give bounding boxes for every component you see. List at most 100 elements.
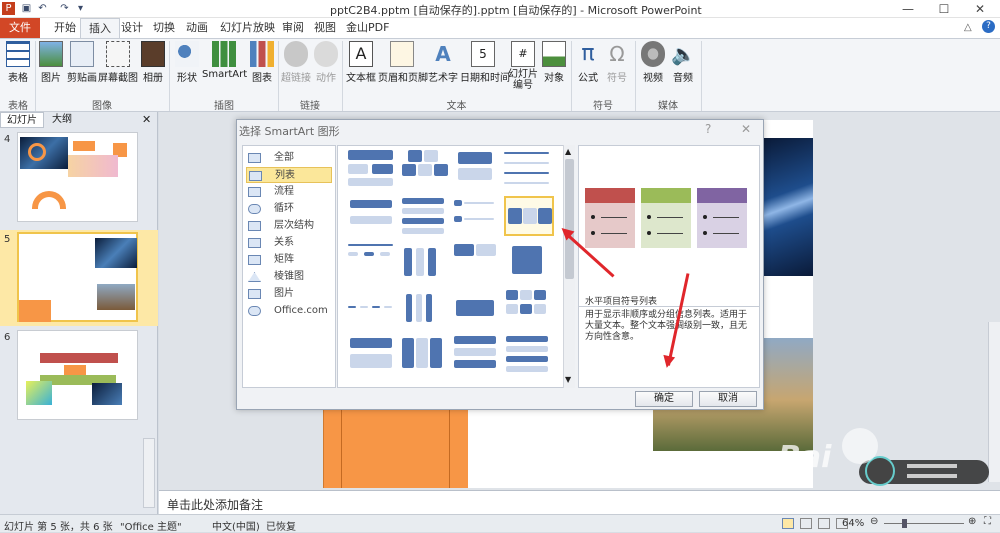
screenshot-button[interactable]: 屏幕截图 — [98, 39, 138, 95]
clipart-button[interactable]: 剪贴画 — [66, 39, 98, 95]
language-indicator[interactable]: 中文(中国) — [212, 518, 260, 533]
help-icon[interactable]: ? — [705, 122, 711, 136]
vertical-scrollbar[interactable] — [988, 322, 1000, 482]
textbox-button[interactable]: A 文本框 — [346, 39, 376, 95]
customize-toolbar-icon[interactable]: ▾ — [74, 2, 87, 15]
layout-shape — [350, 216, 392, 224]
zoom-slider[interactable] — [884, 523, 964, 524]
slide-number-button[interactable]: # 幻灯片编号 — [508, 39, 538, 95]
category-picture[interactable]: 图片 — [246, 286, 332, 302]
notes-pane[interactable]: 单击此处添加备注 — [159, 490, 1000, 514]
category-pyramid[interactable]: 棱锥图 — [246, 269, 332, 285]
layout-shape — [350, 200, 392, 208]
chart-button[interactable]: 图表 — [248, 39, 276, 95]
reading-view-icon[interactable] — [818, 518, 830, 529]
hyperlink-button[interactable]: 超链接 — [281, 39, 311, 95]
slide-thumbnail[interactable] — [17, 330, 138, 420]
tab-slideshow[interactable]: 幻灯片放映 — [212, 18, 283, 38]
smartart-button[interactable]: SmartArt — [202, 39, 247, 95]
scroll-up-icon[interactable]: ▲ — [565, 147, 571, 156]
audio-button[interactable]: 🔈 音频 — [669, 39, 697, 95]
category-hierarchy[interactable]: 层次结构 — [246, 218, 332, 234]
slide-thumbnail[interactable] — [17, 132, 138, 222]
shapes-button[interactable]: 形状 — [173, 39, 201, 95]
category-all[interactable]: 全部 — [246, 150, 332, 166]
tab-animations[interactable]: 动画 — [178, 18, 216, 38]
date-time-button[interactable]: 5 日期和时间 — [460, 39, 510, 95]
scroll-thumb[interactable] — [565, 159, 574, 279]
table-button[interactable]: 表格 — [2, 39, 34, 95]
layout-thumbnail[interactable] — [348, 196, 398, 236]
layout-thumbnail[interactable] — [452, 242, 502, 282]
picture-button[interactable]: 图片 — [37, 39, 65, 95]
close-icon[interactable]: ✕ — [962, 0, 998, 18]
layout-thumbnail[interactable] — [400, 334, 450, 374]
tab-outline[interactable]: 大纲 — [46, 112, 78, 128]
category-process[interactable]: 流程 — [246, 184, 332, 200]
layout-thumbnail[interactable] — [452, 288, 502, 328]
layout-thumbnail[interactable] — [400, 242, 450, 282]
zoom-slider-thumb[interactable] — [902, 519, 907, 528]
photo-album-button[interactable]: 相册 — [140, 39, 166, 95]
preview-column-header — [697, 188, 747, 203]
layout-thumbnail[interactable] — [400, 196, 450, 236]
close-icon[interactable]: ✕ — [741, 122, 751, 136]
category-relationship[interactable]: 关系 — [246, 235, 332, 251]
category-office-com[interactable]: Office.com — [246, 303, 332, 319]
wordart-button[interactable]: A 艺术字 — [428, 39, 458, 95]
slide-sorter-icon[interactable] — [800, 518, 812, 529]
scroll-down-icon[interactable]: ▼ — [565, 375, 571, 384]
scrollbar[interactable] — [143, 438, 155, 508]
video-button[interactable]: 视频 — [639, 39, 667, 95]
minimize-icon[interactable]: — — [890, 0, 926, 18]
tab-file[interactable]: 文件 — [0, 18, 40, 38]
equation-button[interactable]: π 公式 — [574, 39, 602, 95]
save-icon[interactable]: ▣ — [20, 2, 33, 15]
slide-thumbnail-selected[interactable] — [17, 232, 138, 322]
layout-thumbnail[interactable] — [504, 334, 554, 374]
layout-thumbnail[interactable] — [504, 288, 554, 328]
zoom-level[interactable]: 64% — [842, 518, 864, 529]
category-cycle[interactable]: 循环 — [246, 201, 332, 217]
layout-thumbnail-selected[interactable] — [504, 196, 554, 236]
layout-thumbnail[interactable] — [452, 334, 502, 374]
symbol-button[interactable]: Ω 符号 — [604, 39, 630, 95]
redo-icon[interactable]: ↷ — [58, 2, 71, 15]
normal-view-icon[interactable] — [782, 518, 794, 529]
help-icon[interactable]: ? — [982, 20, 995, 33]
layout-shape — [456, 300, 494, 316]
fit-slide-icon[interactable]: ⛶ — [984, 516, 991, 527]
close-pane-icon[interactable]: ✕ — [142, 113, 151, 126]
layout-shape — [504, 162, 549, 164]
category-list-item[interactable]: 列表 — [246, 167, 332, 183]
tab-home[interactable]: 开始 — [46, 18, 84, 38]
layout-thumbnail[interactable] — [504, 242, 554, 282]
zoom-out-icon[interactable]: ⊖ — [870, 516, 878, 527]
cancel-button[interactable]: 取消 — [699, 391, 757, 407]
layout-thumbnail[interactable] — [348, 288, 398, 328]
header-footer-button[interactable]: 页眉和页脚 — [378, 39, 428, 95]
category-matrix[interactable]: 矩阵 — [246, 252, 332, 268]
minimize-ribbon-icon[interactable]: △ — [964, 22, 972, 33]
layout-thumbnail[interactable] — [452, 196, 502, 236]
layout-thumbnail[interactable] — [452, 150, 502, 190]
orange-shape[interactable] — [323, 410, 468, 488]
ok-button[interactable]: 确定 — [635, 391, 693, 407]
arrow-shape — [73, 141, 95, 151]
layout-thumbnail[interactable] — [400, 150, 450, 190]
undo-icon[interactable]: ↶ — [36, 2, 49, 15]
layout-thumbnail[interactable] — [348, 150, 398, 190]
storm-image[interactable] — [764, 138, 813, 276]
maximize-icon[interactable]: ☐ — [926, 0, 962, 18]
tab-kingsoft-pdf[interactable]: 金山PDF — [338, 18, 397, 38]
layout-thumbnail[interactable] — [400, 288, 450, 328]
tab-slides[interactable]: 幻灯片 — [0, 112, 44, 128]
object-button[interactable]: 对象 — [540, 39, 568, 95]
action-button[interactable]: 动作 — [313, 39, 339, 95]
layout-thumbnail[interactable] — [504, 150, 554, 190]
layout-thumbnail[interactable] — [348, 242, 398, 282]
gallery-scrollbar[interactable]: ▲ ▼ — [563, 145, 575, 388]
table-icon — [6, 41, 30, 67]
zoom-in-icon[interactable]: ⊕ — [968, 516, 976, 527]
layout-thumbnail[interactable] — [348, 334, 398, 374]
